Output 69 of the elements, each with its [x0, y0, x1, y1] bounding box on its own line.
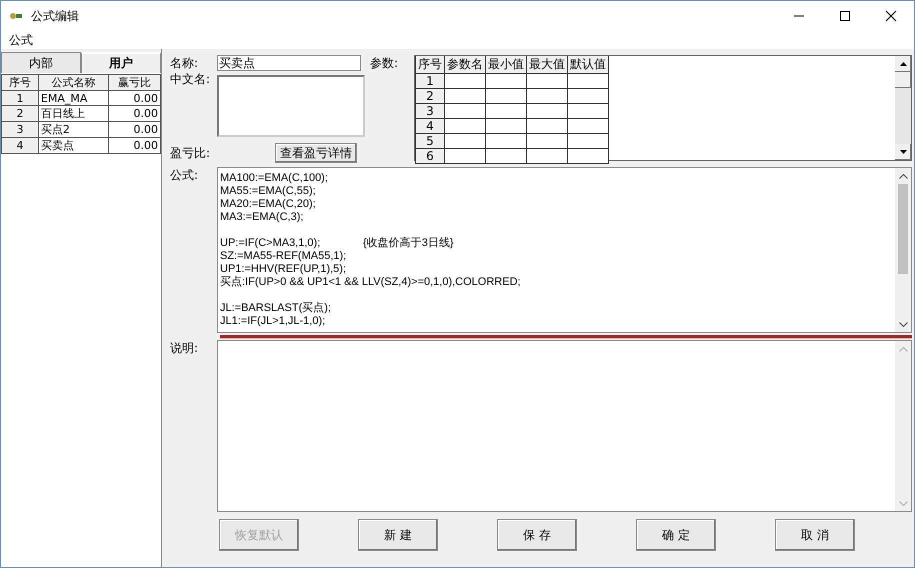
- formula-editor[interactable]: [217, 167, 912, 333]
- app-icon: [9, 10, 23, 22]
- column-header: 公式名称: [38, 74, 108, 90]
- code-line: UP:=IF(C>MA3,1,0); {收盘价高于3日线}: [220, 237, 455, 250]
- up-chevron-icon[interactable]: [898, 174, 908, 178]
- row-number: 6: [416, 148, 444, 164]
- column-header: 序号: [416, 56, 444, 74]
- chinese-name-field[interactable]: [217, 75, 365, 137]
- row-number: 4: [416, 118, 444, 134]
- row-number: 3: [416, 104, 444, 118]
- column-header: 最大值: [526, 56, 568, 74]
- down-chevron-icon[interactable]: [898, 322, 908, 326]
- table-cell: 2: [2, 106, 38, 122]
- table-cell: 0.00: [108, 122, 160, 138]
- dialog-button[interactable]: 新 建: [358, 519, 438, 551]
- field-label: 中文名:: [170, 71, 212, 87]
- table-cell: 买点2: [38, 122, 108, 138]
- code-line: MA55:=EMA(C,55);: [220, 185, 317, 198]
- scroll-thumb[interactable]: [898, 184, 908, 274]
- column-header: 赢亏比: [108, 74, 160, 90]
- field-label: 盈亏比:: [170, 145, 212, 161]
- row-number: 5: [416, 134, 444, 148]
- window-title: 公式编辑: [31, 8, 79, 24]
- tab[interactable]: 内部: [1, 52, 81, 73]
- scrollbar[interactable]: [895, 56, 911, 160]
- column-header: 序号: [2, 74, 38, 90]
- field-label: 说明:: [170, 340, 200, 357]
- table-cell: 3: [2, 122, 38, 138]
- column-header: 默认值: [568, 56, 608, 74]
- code-line: 买点:IF(UP>0 && UP1<1 && LLV(SZ,4)>=0,1,0),COLORRED;: [220, 276, 522, 289]
- field-label: 参数:: [370, 55, 400, 72]
- code-line: MA20:=EMA(C,20);: [220, 198, 317, 211]
- maximize-icon: [839, 10, 851, 22]
- table-cell: 1: [2, 90, 38, 106]
- row-number: 2: [416, 88, 444, 104]
- code-line: JL:=BARSLAST(买点);: [220, 302, 332, 315]
- table-cell: 0.00: [108, 90, 160, 106]
- table-cell: 0.00: [108, 106, 160, 122]
- code-line: UP1:=HHV(REF(UP,1),5);: [220, 263, 348, 276]
- column-header: 参数名: [444, 56, 486, 74]
- code-line: JL1:=IF(JL>1,JL-1,0);: [220, 315, 326, 328]
- close-icon: [885, 10, 897, 22]
- down-arrow-icon[interactable]: [900, 150, 906, 154]
- code-line: SZ:=MA55-REF(MA55,1);: [220, 250, 348, 263]
- field-label: 名称:: [170, 55, 200, 71]
- code-line: MA100:=EMA(C,100);: [220, 172, 329, 185]
- scrollbar[interactable]: [895, 168, 911, 332]
- profit-details-button[interactable]: 查看盈亏详情: [275, 143, 357, 163]
- dialog-button[interactable]: 取 消: [775, 519, 855, 551]
- formula-row[interactable]: 3 买点2 0.00: [2, 122, 160, 138]
- table-cell: 4: [2, 138, 38, 154]
- table-cell: 0.00: [108, 138, 160, 154]
- table-cell: 百日线上: [38, 106, 108, 122]
- table-cell: EMA_MA: [38, 90, 108, 106]
- menu-item[interactable]: 公式: [9, 32, 33, 48]
- scroll-thumb[interactable]: [895, 72, 911, 88]
- row-number: 1: [416, 74, 444, 88]
- name-field[interactable]: 买卖点: [217, 55, 361, 71]
- up-arrow-icon[interactable]: [900, 62, 906, 66]
- formula-row[interactable]: 4 买卖点 0.00: [2, 138, 160, 154]
- formula-row[interactable]: 2 百日线上 0.00: [2, 106, 160, 122]
- tab[interactable]: 用户: [81, 52, 161, 73]
- formula-row[interactable]: 1 EMA_MA 0.00: [2, 90, 160, 106]
- code-line: MA3:=EMA(C,3);: [220, 211, 304, 224]
- dialog-button[interactable]: 确 定: [636, 519, 716, 551]
- dialog-button[interactable]: 保 存: [497, 519, 577, 551]
- column-header: 最小值: [486, 56, 526, 74]
- field-label: 公式:: [170, 167, 200, 184]
- table-cell: 买卖点: [38, 138, 108, 154]
